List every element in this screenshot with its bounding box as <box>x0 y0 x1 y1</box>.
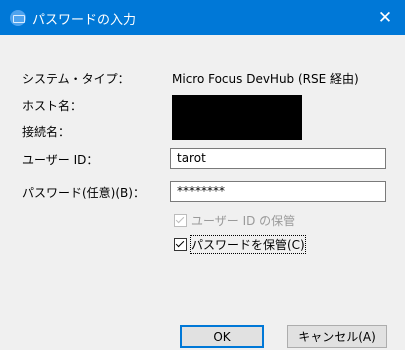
host-name-label: ホスト名： <box>22 99 83 113</box>
user-id-field[interactable]: tarot <box>170 148 386 169</box>
ok-button[interactable]: OK <box>180 325 264 348</box>
save-password-check-icon <box>174 238 187 251</box>
user-id-label: ユーザー ID： <box>22 153 99 167</box>
save-user-id-check-icon <box>174 214 187 227</box>
dialog-title: パスワードの入力 <box>32 13 137 28</box>
cancel-button[interactable]: キャンセル(A) <box>287 325 387 348</box>
save-password-checkbox[interactable]: パスワードを保管(C) <box>174 235 306 254</box>
save-password-label: パスワードを保管(C) <box>190 235 306 254</box>
system-type-value: Micro Focus DevHub (RSE 経由) <box>172 72 359 86</box>
save-user-id-checkbox[interactable]: ユーザー ID の保管 <box>174 212 295 229</box>
redacted-host-connection <box>172 95 302 140</box>
connection-name-label: 接続名： <box>22 125 71 139</box>
password-label: パスワード(任意)(B)： <box>22 186 145 200</box>
password-field[interactable]: ******** <box>170 181 386 202</box>
system-type-label: システム・タイプ： <box>22 72 130 86</box>
password-dialog: パスワードの入力 ✕ システム・タイプ： Micro Focus DevHub … <box>0 0 405 350</box>
save-user-id-label: ユーザー ID の保管 <box>191 214 296 228</box>
title-bar: パスワードの入力 ✕ <box>0 0 405 35</box>
close-button[interactable]: ✕ <box>365 0 405 35</box>
app-icon <box>10 10 26 26</box>
